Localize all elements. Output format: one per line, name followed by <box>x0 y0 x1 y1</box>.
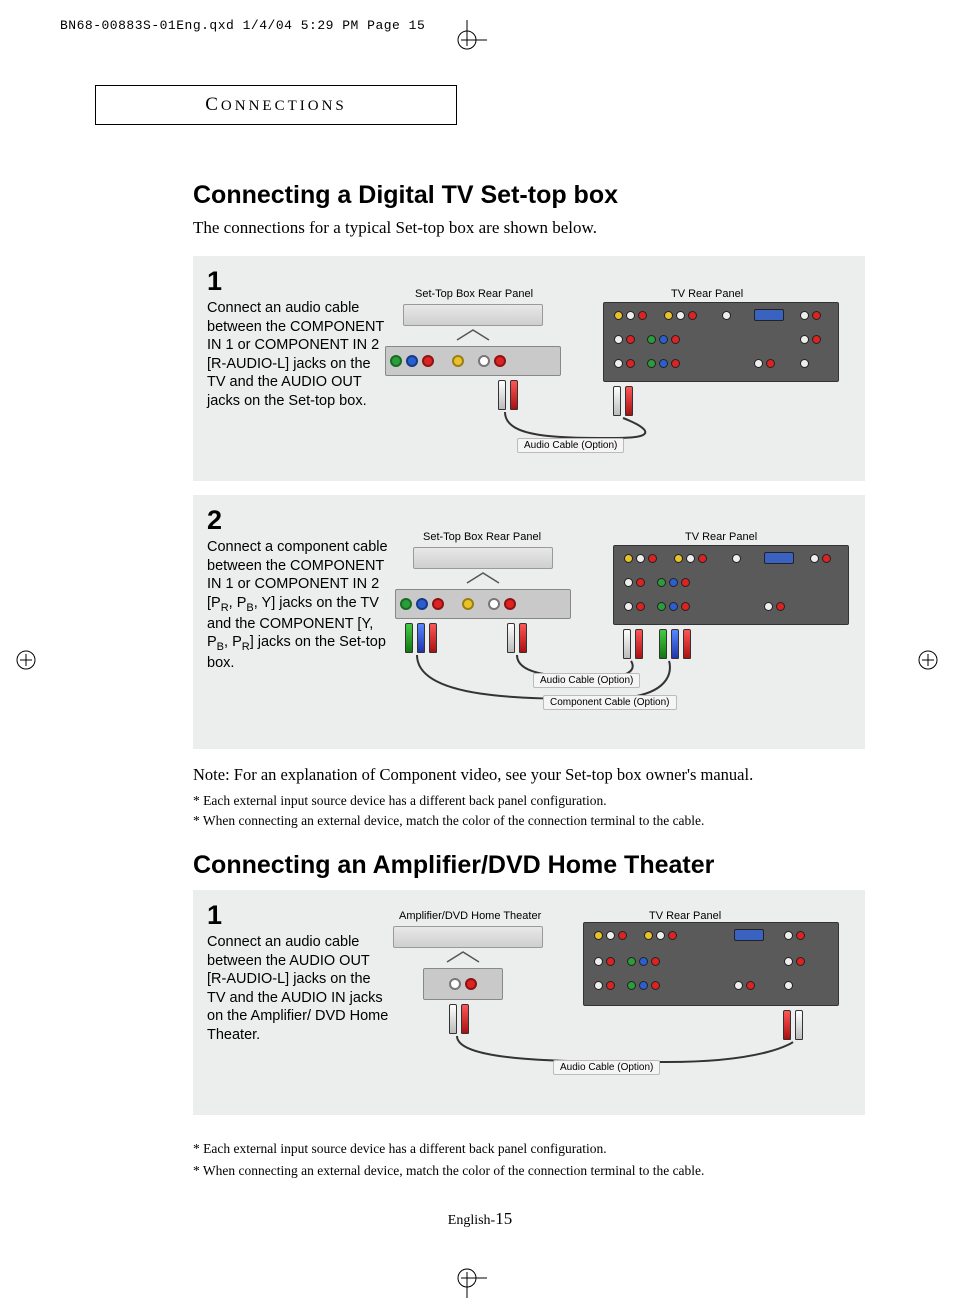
step-2-text: Connect a component cable between the CO… <box>207 538 391 673</box>
jack-red-icon <box>422 355 434 367</box>
step-1-text: Connect an audio cable between the COMPO… <box>207 299 391 410</box>
vga-port-icon <box>754 309 784 321</box>
arrow-down-icon <box>443 950 483 966</box>
print-header: BN68-00883S-01Eng.qxd 1/4/04 5:29 PM Pag… <box>60 18 425 33</box>
cable-label-audio: Audio Cable (Option) <box>533 673 640 688</box>
page-footer: English-15 <box>95 1209 865 1229</box>
asterisk-note-1: * Each external input source device has … <box>193 793 865 809</box>
intro-settop: The connections for a typical Set-top bo… <box>193 218 865 238</box>
footer-lang: English- <box>448 1213 495 1228</box>
cable-label-audio: Audio Cable (Option) <box>553 1060 660 1075</box>
arrow-down-icon <box>453 328 493 344</box>
heading-settop: Connecting a Digital TV Set-top box <box>193 181 865 210</box>
asterisk-note-2: * When connecting an external device, ma… <box>193 813 865 829</box>
label-settop-rear: Set-Top Box Rear Panel <box>423 531 541 543</box>
tv-rear-panel-icon <box>583 922 839 1006</box>
heading-amplifier: Connecting an Amplifier/DVD Home Theater <box>193 851 865 880</box>
jack-green-icon <box>390 355 402 367</box>
step-3-box: 1 Connect an audio cable between the AUD… <box>193 890 865 1115</box>
step-2-box: 2 Connect a component cable between the … <box>193 495 865 749</box>
settop-jack-panel <box>385 346 561 376</box>
jack-white-icon <box>478 355 490 367</box>
label-tv-rear: TV Rear Panel <box>649 910 721 922</box>
tv-rear-panel-icon <box>613 545 849 625</box>
jack-red-icon <box>494 355 506 367</box>
settop-device-icon <box>413 547 553 569</box>
crop-mark-icon <box>908 640 948 685</box>
asterisk-note-4: * When connecting an external device, ma… <box>193 1163 865 1179</box>
crop-mark-icon <box>447 1258 487 1303</box>
footer-page-number: 15 <box>495 1209 512 1228</box>
tv-rear-panel-icon <box>603 302 839 382</box>
page-content: CONNECTIONS Connecting a Digital TV Set-… <box>95 85 865 1229</box>
step-3-text: Connect an audio cable between the AUDIO… <box>207 933 391 1044</box>
amp-jack-panel <box>423 968 503 1000</box>
note-component-video: Note: For an explanation of Component vi… <box>193 765 865 785</box>
settop-jack-panel <box>395 589 571 619</box>
label-amp: Amplifier/DVD Home Theater <box>399 910 541 922</box>
label-settop-rear: Set-Top Box Rear Panel <box>415 288 533 300</box>
label-tv-rear: TV Rear Panel <box>671 288 743 300</box>
section-tab: CONNECTIONS <box>95 85 457 125</box>
amp-device-icon <box>393 926 543 948</box>
cable-label-component: Component Cable (Option) <box>543 695 677 710</box>
settop-device-icon <box>403 304 543 326</box>
step-1-box: 1 Connect an audio cable between the COM… <box>193 256 865 481</box>
label-tv-rear: TV Rear Panel <box>685 531 757 543</box>
asterisk-note-3: * Each external input source device has … <box>193 1141 865 1157</box>
section-label: CONNECTIONS <box>205 94 347 116</box>
crop-mark-icon <box>447 20 487 65</box>
jack-blue-icon <box>406 355 418 367</box>
jack-yellow-icon <box>452 355 464 367</box>
crop-mark-icon <box>6 640 46 685</box>
arrow-down-icon <box>463 571 503 587</box>
cable-label-audio: Audio Cable (Option) <box>517 438 624 453</box>
